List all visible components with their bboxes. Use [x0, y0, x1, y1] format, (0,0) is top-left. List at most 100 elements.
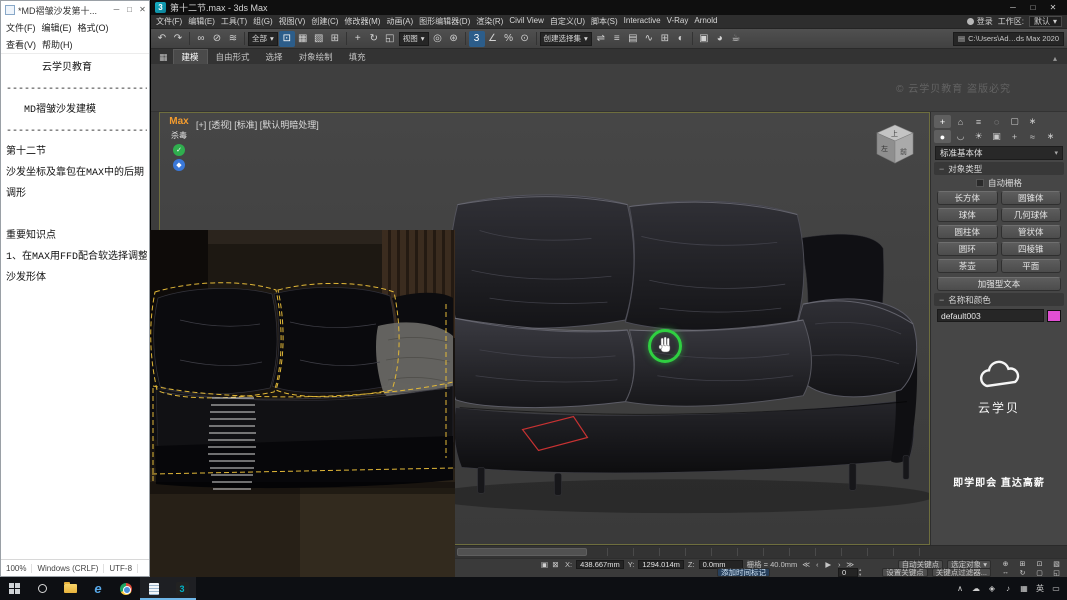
- render-production-icon[interactable]: ☕: [728, 31, 744, 47]
- autogrid-checkbox[interactable]: 自动栅格: [931, 176, 1067, 190]
- menu-item[interactable]: 渲染(R): [473, 16, 506, 27]
- antivirus-status-icon[interactable]: ✓: [173, 144, 185, 156]
- primitive-button[interactable]: 球体: [937, 208, 998, 222]
- menu-item[interactable]: 查看(V): [3, 36, 39, 53]
- close-button[interactable]: ✕: [136, 1, 149, 19]
- menu-item[interactable]: 文件(F): [153, 16, 185, 27]
- viewport-label[interactable]: [+] [透视] [标准] [默认明暗处理]: [196, 118, 319, 131]
- utilities-tab-icon[interactable]: ∗: [1024, 115, 1041, 128]
- bind-spacewarp-icon[interactable]: ≋: [225, 31, 241, 47]
- minimize-button[interactable]: ─: [110, 1, 123, 19]
- object-color-swatch[interactable]: [1047, 309, 1061, 322]
- rendered-frame-icon[interactable]: ◕: [712, 31, 728, 47]
- primitive-button[interactable]: 圆环: [937, 242, 998, 256]
- select-scale-icon[interactable]: ◱: [382, 31, 398, 47]
- primitive-button[interactable]: 圆锥体: [1000, 191, 1061, 205]
- motion-tab-icon[interactable]: ◌: [988, 115, 1005, 128]
- shield-icon[interactable]: ◆: [173, 159, 185, 171]
- key-filters-button[interactable]: 关键点过滤器...: [931, 568, 991, 578]
- ribbon-tab-populate[interactable]: 填充: [341, 50, 374, 64]
- helpers-category-icon[interactable]: +: [1006, 130, 1023, 143]
- project-folder-field[interactable]: ▤ C:\Users\Ad…ds Max 2020: [953, 31, 1064, 46]
- go-to-start-button[interactable]: ≪: [801, 560, 811, 569]
- use-pivot-center-icon[interactable]: ◎: [430, 31, 446, 47]
- primitive-button[interactable]: 长方体: [937, 191, 998, 205]
- unlink-icon[interactable]: ⊘: [209, 31, 225, 47]
- schematic-view-icon[interactable]: ⊞: [657, 31, 673, 47]
- ribbon-collapse-icon[interactable]: ▴: [1047, 53, 1063, 64]
- cameras-category-icon[interactable]: ▣: [988, 130, 1005, 143]
- create-tab-icon[interactable]: +: [934, 115, 951, 128]
- primitive-button[interactable]: 几何球体: [1000, 208, 1061, 222]
- time-slider-handle[interactable]: [457, 548, 587, 556]
- menu-item[interactable]: 组(G): [250, 16, 276, 27]
- workspace-dropdown[interactable]: 默认 ▾: [1028, 16, 1062, 27]
- menu-item[interactable]: 修改器(M): [341, 16, 383, 27]
- display-tab-icon[interactable]: ▢: [1006, 115, 1023, 128]
- set-key-button[interactable]: 设置关键点: [882, 568, 928, 578]
- orbit-icon[interactable]: ↻: [1014, 569, 1031, 578]
- curve-editor-icon[interactable]: ∿: [641, 31, 657, 47]
- add-time-tag-button[interactable]: 添加时间标记: [717, 568, 770, 578]
- ribbon-tab-freeform[interactable]: 自由形式: [208, 50, 258, 64]
- selection-filter-dropdown[interactable]: 全部 ▾: [248, 31, 278, 46]
- notepad-editor[interactable]: 云学贝教育 ---------------------------- MD褶皱沙发…: [1, 54, 149, 559]
- lights-category-icon[interactable]: ☀: [970, 130, 987, 143]
- geometry-category-icon[interactable]: ●: [934, 130, 951, 143]
- 3dsmax-taskbar-button[interactable]: 3: [168, 577, 196, 600]
- viewcube-top-label[interactable]: 上: [891, 129, 898, 138]
- select-rotate-icon[interactable]: ↻: [366, 31, 382, 47]
- antivirus-plugin-badge[interactable]: Max: [169, 117, 188, 127]
- ime-language-indicator[interactable]: 英: [1033, 580, 1047, 598]
- primitive-button[interactable]: 管状体: [1000, 225, 1061, 239]
- zoom-extents-icon[interactable]: ⊡: [1031, 560, 1048, 569]
- zoom-region-icon[interactable]: ▧: [1048, 560, 1065, 569]
- volume-icon[interactable]: ♪: [1001, 580, 1015, 598]
- zoom-icon[interactable]: ⊕: [997, 560, 1014, 569]
- menu-item[interactable]: 工具(T): [218, 16, 250, 27]
- name-color-rollout-header[interactable]: − 名称和颜色: [934, 293, 1064, 306]
- network-tray-icon[interactable]: ▦: [1017, 580, 1031, 598]
- menu-item[interactable]: 帮助(H): [39, 36, 76, 53]
- menu-item[interactable]: Interactive: [621, 16, 664, 27]
- layer-manager-icon[interactable]: ▤: [625, 31, 641, 47]
- primitive-button[interactable]: 四棱锥: [1000, 242, 1061, 256]
- menu-item[interactable]: 自定义(U): [547, 16, 588, 27]
- primitive-button[interactable]: 茶壶: [937, 259, 998, 273]
- render-setup-icon[interactable]: ▣: [696, 31, 712, 47]
- menu-item[interactable]: 创建(C): [308, 16, 341, 27]
- viewcube[interactable]: 上 前 左: [867, 121, 923, 177]
- named-selection-set-dropdown[interactable]: 创建选择集 ▾: [539, 31, 592, 46]
- menu-item[interactable]: 编辑(E): [39, 19, 75, 36]
- mirror-icon[interactable]: ⇌: [593, 31, 609, 47]
- search-button[interactable]: [28, 577, 56, 600]
- minimize-button[interactable]: ─: [1003, 0, 1023, 15]
- redo-icon[interactable]: ↷: [170, 31, 186, 47]
- select-manipulate-icon[interactable]: ⊛: [446, 31, 462, 47]
- start-button[interactable]: [0, 577, 28, 600]
- ribbon-tab-object-paint[interactable]: 对象绘制: [291, 50, 341, 64]
- shapes-category-icon[interactable]: ◡: [952, 130, 969, 143]
- spinner-snap-icon[interactable]: ⊙: [517, 31, 533, 47]
- ribbon-tab-selection[interactable]: 选择: [258, 50, 291, 64]
- menu-item[interactable]: Arnold: [691, 16, 720, 27]
- viewcube-left-label[interactable]: 左: [881, 144, 888, 153]
- chrome-browser-button[interactable]: [112, 577, 140, 600]
- select-link-icon[interactable]: ∞: [193, 31, 209, 47]
- menu-item[interactable]: 编辑(E): [185, 16, 218, 27]
- selection-lock-toggle[interactable]: ⊠: [550, 560, 561, 569]
- maximize-button[interactable]: □: [1023, 0, 1043, 15]
- snaps-toggle-icon[interactable]: 3: [468, 30, 485, 47]
- systems-category-icon[interactable]: ∗: [1042, 130, 1059, 143]
- maximize-button[interactable]: □: [123, 1, 136, 19]
- primitive-button[interactable]: 平面: [1000, 259, 1061, 273]
- primitive-category-dropdown[interactable]: 标准基本体 ▾: [935, 146, 1063, 160]
- undo-icon[interactable]: ↶: [154, 31, 170, 47]
- notepad-titlebar[interactable]: *MD褶皱沙发第十... ─ □ ✕: [1, 1, 149, 19]
- menu-item[interactable]: 格式(O): [75, 19, 112, 36]
- align-icon[interactable]: ≡: [609, 31, 625, 47]
- login-button[interactable]: 登录: [966, 16, 993, 27]
- zoom-extents-all-icon[interactable]: ⊞: [1014, 560, 1031, 569]
- isolate-selection-toggle[interactable]: ▣: [539, 560, 550, 569]
- pan-icon[interactable]: ↔: [997, 569, 1014, 578]
